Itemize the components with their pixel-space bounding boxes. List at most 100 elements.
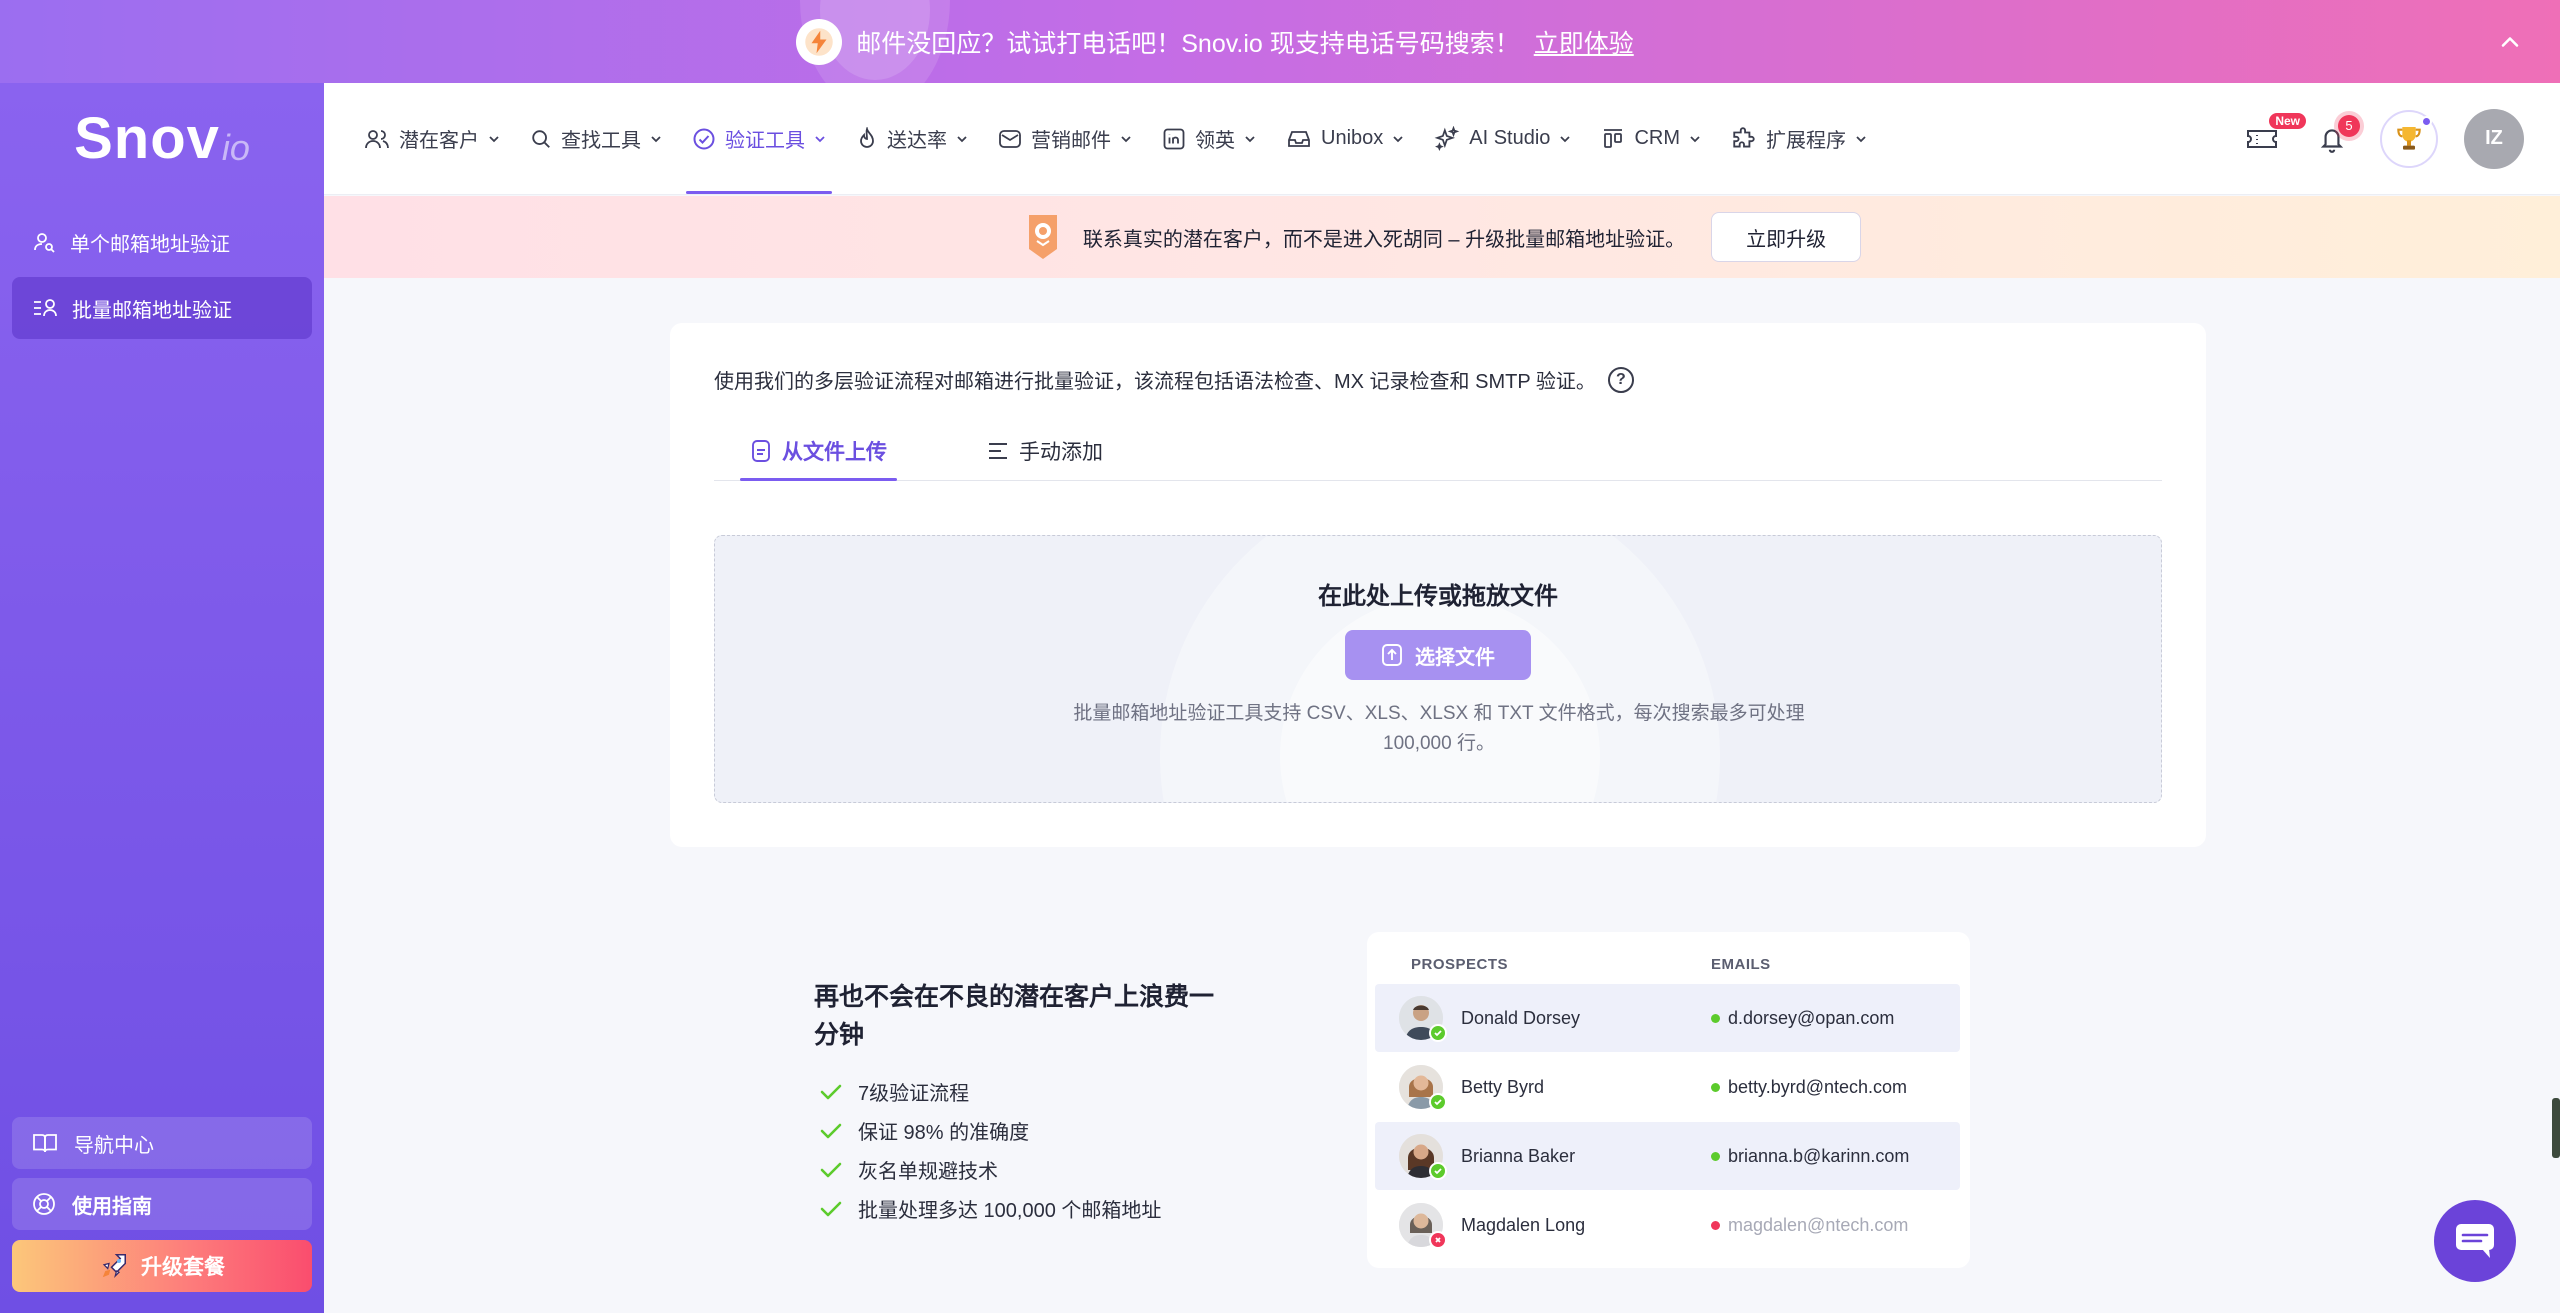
guide-button[interactable]: 使用指南 [12, 1178, 312, 1230]
inbox-icon [1288, 130, 1310, 147]
chat-widget-button[interactable] [2434, 1200, 2516, 1282]
list-user-icon [34, 299, 57, 317]
chevron-down-icon [1560, 135, 1571, 142]
help-icon[interactable]: ? [1607, 366, 1634, 393]
nav-deliverability[interactable]: 送达率 [856, 83, 968, 194]
upgrade-plan-button[interactable]: 升级套餐 [12, 1240, 312, 1292]
prospect-name: Brianna Baker [1461, 1145, 1576, 1166]
tab-upload-file[interactable]: 从文件上传 [740, 421, 897, 481]
chat-icon [2456, 1224, 2494, 1258]
lines-icon [989, 442, 1007, 459]
chevron-down-icon [1856, 135, 1866, 142]
linkedin-icon [1163, 128, 1185, 149]
indicator-dot [2421, 115, 2432, 127]
feature-item: 保证 98% 的准确度 [820, 1111, 1161, 1150]
nav-email-campaigns[interactable]: 营销邮件 [998, 83, 1132, 194]
nav-prospects[interactable]: 潜在客户 [364, 83, 500, 194]
prospect-email: magdalen@ntech.com [1711, 1215, 1908, 1236]
notification-count-badge: 5 [2338, 114, 2360, 137]
feature-item: 批量处理多达 100,000 个邮箱地址 [820, 1189, 1161, 1228]
user-search-icon [34, 233, 55, 253]
table-row: Donald Dorsey d.dorsey@opan.com [1375, 984, 1960, 1052]
lightning-icon [796, 18, 843, 65]
feature-item: 灰名单规避技术 [820, 1150, 1161, 1189]
card-description: 使用我们的多层验证流程对邮箱进行批量验证，该流程包括语法检查、MX 记录检查和 … [714, 371, 1596, 393]
trophy-icon [2397, 126, 2421, 150]
nav-ai-studio[interactable]: AI Studio [1434, 83, 1571, 194]
status-dot [1711, 1082, 1720, 1092]
check-icon [820, 1162, 842, 1177]
book-icon [33, 1134, 57, 1153]
nav-extensions[interactable]: 扩展程序 [1731, 83, 1867, 194]
nav-center-button[interactable]: 导航中心 [12, 1117, 312, 1169]
snov-logo[interactable]: Snov io [0, 83, 324, 193]
status-dot [1711, 1013, 1720, 1023]
features-title: 再也不会在不良的潜在客户上浪费一分钟 [814, 983, 1215, 1049]
users-icon [365, 129, 389, 148]
upgrade-now-button[interactable]: 立即升级 [1711, 212, 1862, 262]
flame-icon [860, 126, 874, 148]
mail-icon [999, 129, 1021, 148]
dropzone-title: 在此处上传或拖放文件 [1318, 583, 1558, 610]
check-icon [820, 1084, 842, 1099]
chevron-down-icon [1393, 135, 1403, 142]
award-icon [1028, 215, 1057, 259]
nav-crm[interactable]: CRM [1601, 83, 1701, 194]
dropzone-info: 批量邮箱地址验证工具支持 CSV、XLS、XLSX 和 TXT 文件格式，每次搜… [1073, 703, 1805, 754]
promo-bar: 邮件没回应？试试打电话吧！Snov.io 现支持电话号码搜索！ 立即体验 [0, 0, 2560, 83]
check-circle-icon [693, 128, 715, 149]
valid-status-icon [1429, 1093, 1447, 1111]
sidebar-item-bulk-verify[interactable]: 批量邮箱地址验证 [12, 277, 312, 339]
sidebar-item-label: 单个邮箱地址验证 [70, 233, 230, 256]
column-header-emails: EMAILS [1711, 956, 1771, 973]
achievements-button[interactable] [2380, 109, 2438, 168]
prospect-name: Betty Byrd [1461, 1076, 1545, 1097]
nav-finder-tools[interactable]: 查找工具 [530, 83, 662, 194]
status-dot [1711, 1151, 1720, 1161]
prospect-email: betty.byrd@ntech.com [1711, 1077, 1907, 1098]
prospect-email: brianna.b@karinn.com [1711, 1146, 1909, 1167]
upload-icon [1382, 644, 1402, 666]
ticket-button[interactable]: New [2240, 112, 2306, 161]
sidebar-item-single-verify[interactable]: 单个邮箱地址验证 [12, 211, 312, 273]
tab-manual-add[interactable]: 手动添加 [979, 421, 1111, 480]
invalid-status-icon [1429, 1231, 1447, 1249]
scrollbar-handle[interactable] [2552, 1098, 2560, 1158]
chevron-down-icon [489, 135, 499, 142]
choose-file-button[interactable]: 选择文件 [1345, 630, 1531, 680]
bulk-verify-card: 使用我们的多层验证流程对邮箱进行批量验证，该流程包括语法检查、MX 记录检查和 … [670, 323, 2206, 847]
prospect-name: Donald Dorsey [1461, 1007, 1581, 1028]
table-row: Betty Byrd betty.byrd@ntech.com [1375, 1053, 1960, 1121]
feature-item: 7级验证流程 [820, 1072, 1161, 1111]
upgrade-banner: 联系真实的潜在客户，而不是进入死胡同 – 升级批量邮箱地址验证。 立即升级 [324, 196, 2560, 278]
table-row: Brianna Baker brianna.b@karinn.com [1375, 1122, 1960, 1190]
file-icon [752, 439, 770, 462]
file-dropzone[interactable]: 在此处上传或拖放文件 选择文件 批量邮箱地址验证工具支持 CSV、XLS、XLS… [714, 535, 2162, 803]
promo-text: 邮件没回应？试试打电话吧！Snov.io 现支持电话号码搜索！ [856, 29, 1520, 58]
check-icon [820, 1201, 842, 1216]
user-avatar[interactable]: IZ [2464, 108, 2524, 169]
sidebar-item-label: 批量邮箱地址验证 [72, 299, 232, 322]
lifebuoy-icon [33, 1193, 55, 1215]
upload-tabs: 从文件上传 手动添加 [714, 421, 2162, 481]
promo-try-link[interactable]: 立即体验 [1534, 24, 1634, 60]
nav-unibox[interactable]: Unibox [1286, 83, 1404, 194]
column-header-prospects: PROSPECTS [1411, 956, 1509, 973]
status-dot [1711, 1220, 1720, 1230]
sidebar: Snov io 单个邮箱地址验证 批量邮箱地址验证 导航中心 使用指南 升级套餐 [0, 83, 324, 1313]
prospect-email: d.dorsey@opan.com [1711, 1008, 1894, 1029]
nav-verify-tools[interactable]: 验证工具 [686, 83, 832, 194]
top-nav: 潜在客户 查找工具 验证工具 送达率 营销邮件 领英 Unibox AI Stu… [324, 83, 2560, 195]
chevron-down-icon [1121, 135, 1131, 142]
chevron-down-icon [651, 135, 661, 142]
chevron-up-icon[interactable] [2496, 28, 2524, 56]
check-icon [820, 1123, 842, 1138]
kanban-icon [1604, 128, 1623, 148]
notifications-button[interactable]: 5 [2310, 114, 2360, 161]
chevron-down-icon [815, 135, 825, 142]
features-list: 7级验证流程 保证 98% 的准确度 灰名单规避技术 批量处理多达 100,00… [820, 1072, 1161, 1228]
prospect-name: Magdalen Long [1461, 1214, 1586, 1235]
upgrade-banner-text: 联系真实的潜在客户，而不是进入死胡同 – 升级批量邮箱地址验证。 [1082, 228, 1686, 251]
nav-linkedin[interactable]: 领英 [1162, 83, 1256, 194]
rocket-icon [102, 1254, 126, 1279]
